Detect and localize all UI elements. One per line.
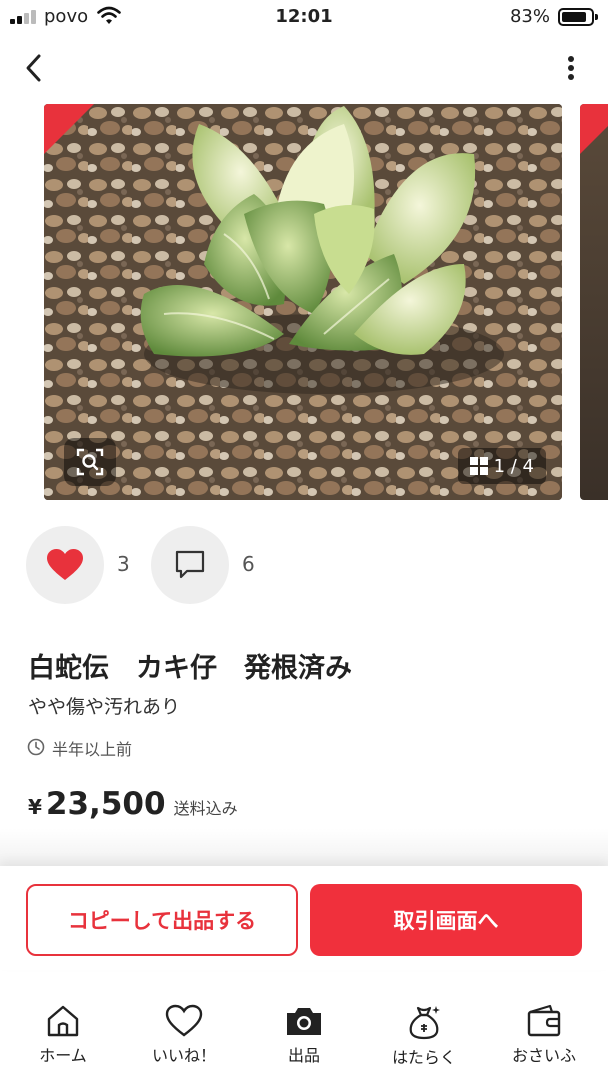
next-photo-preview[interactable] xyxy=(580,104,608,500)
zoom-scan-icon xyxy=(76,448,104,476)
item-condition: やや傷や汚れあり xyxy=(28,696,181,718)
heart-icon xyxy=(47,549,83,580)
image-counter: 1 / 4 xyxy=(457,448,546,484)
tab-likes-label: いいね！ xyxy=(151,1046,216,1065)
like-count: 3 xyxy=(117,552,130,576)
clock-icon xyxy=(27,738,45,756)
zoom-button[interactable] xyxy=(64,438,116,486)
item-price: 23,500 xyxy=(45,786,166,822)
shipping-note: 送料込み xyxy=(173,799,238,818)
tab-wallet-label: おさいふ xyxy=(511,1046,576,1065)
comment-icon xyxy=(175,550,205,579)
status-bar: povo 12:01 83% xyxy=(0,0,608,34)
tab-wallet[interactable]: おさいふ xyxy=(488,1004,600,1076)
copy-listing-button[interactable]: コピーして出品する xyxy=(26,884,298,956)
posted-time: 半年以上前 xyxy=(52,740,133,759)
tab-work-label: はたらく xyxy=(392,1048,456,1067)
camera-icon xyxy=(287,1008,321,1035)
tab-bar: ホーム いいね！ 出品 はたらく おさいふ xyxy=(0,988,608,1080)
tab-home[interactable]: ホーム xyxy=(7,1004,119,1076)
tab-work[interactable]: はたらく xyxy=(368,1004,480,1076)
money-bag-icon xyxy=(409,1006,440,1040)
heart-outline-icon xyxy=(165,1004,203,1037)
currency-symbol: ¥ xyxy=(28,795,42,819)
tab-likes[interactable]: いいね！ xyxy=(128,1004,240,1076)
battery-icon xyxy=(558,8,598,26)
comment-button[interactable] xyxy=(151,526,229,604)
product-photo[interactable]: 1 / 4 xyxy=(44,104,562,500)
tab-home-label: ホーム xyxy=(39,1046,87,1065)
tab-sell-label: 出品 xyxy=(287,1046,320,1065)
home-icon xyxy=(47,1005,79,1037)
image-counter-text: 1 / 4 xyxy=(493,455,534,477)
corner-ribbon xyxy=(44,104,94,154)
battery-percent: 83% xyxy=(509,6,550,27)
wallet-icon xyxy=(527,1004,561,1037)
grid-icon xyxy=(469,457,488,475)
chevron-left-icon xyxy=(26,54,41,82)
comment-count: 6 xyxy=(242,552,255,576)
tab-sell[interactable]: 出品 xyxy=(248,1004,360,1076)
corner-ribbon xyxy=(580,104,608,154)
price-row: ¥ 23,500 送料込み xyxy=(28,786,238,822)
trade-screen-button[interactable]: 取引画面へ xyxy=(310,884,582,956)
item-title: 白蛇伝 カキ仔 発根済み xyxy=(28,653,352,684)
like-button[interactable] xyxy=(26,526,104,604)
scroll-fade xyxy=(0,828,608,868)
plant-photo xyxy=(44,104,562,500)
more-options-button[interactable] xyxy=(562,50,580,86)
back-button[interactable] xyxy=(16,48,52,88)
